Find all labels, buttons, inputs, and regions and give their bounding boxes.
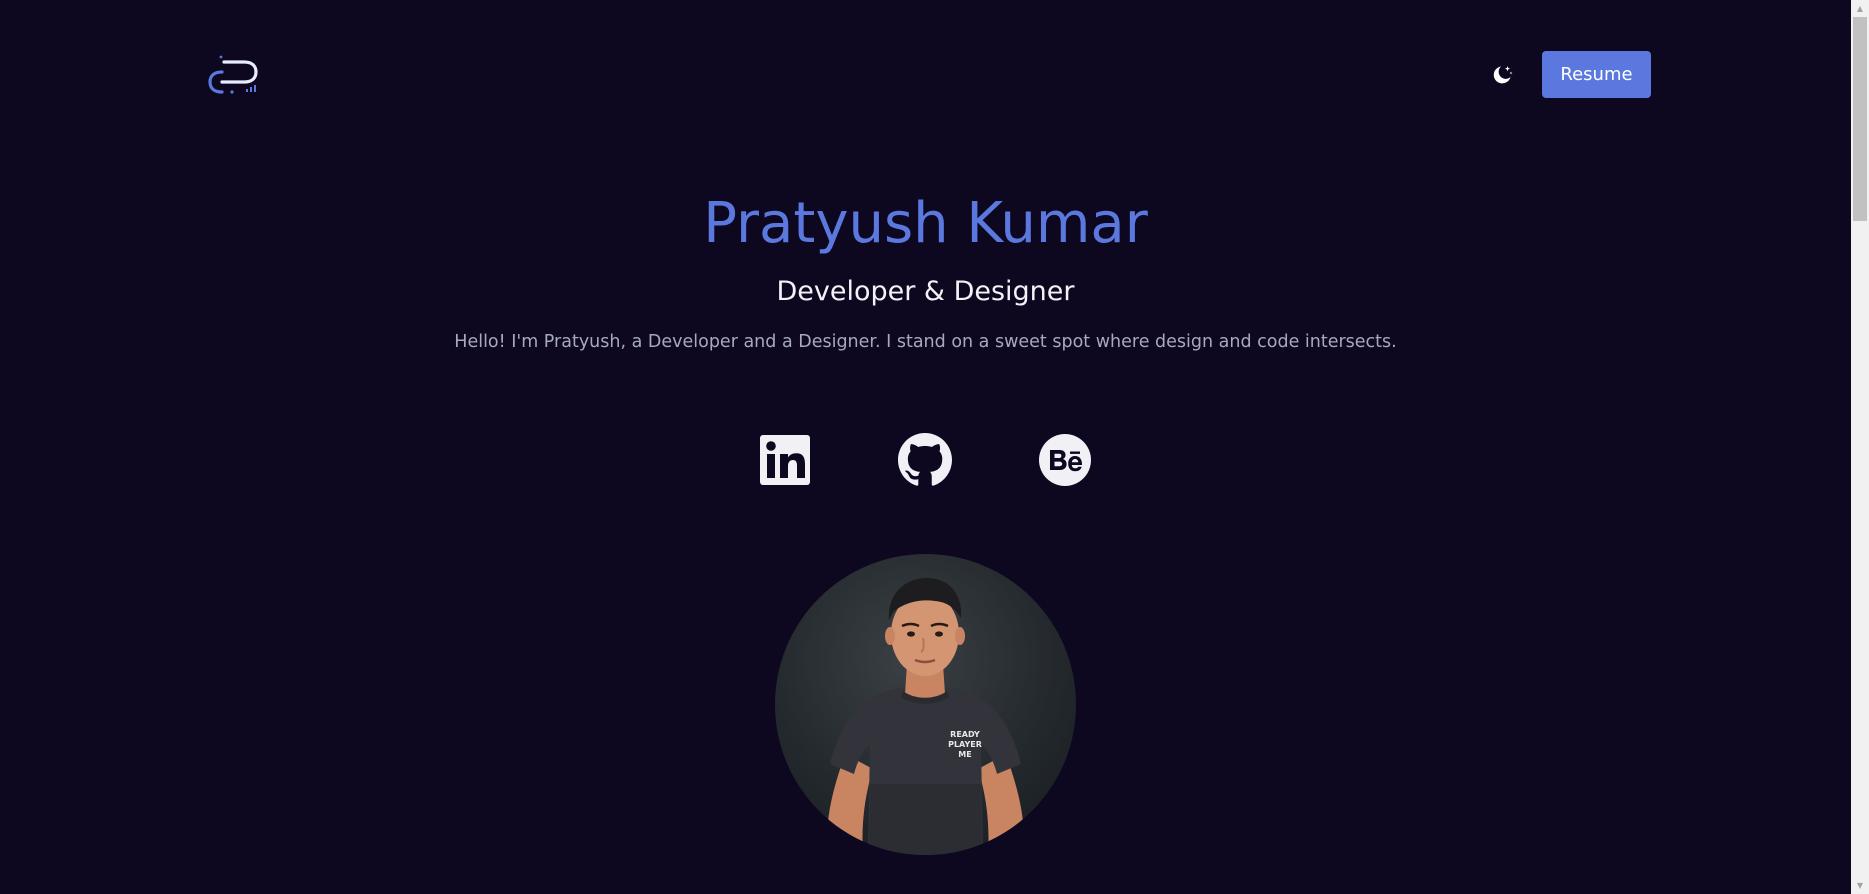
scroll-up-arrow[interactable]: ▲: [1851, 0, 1869, 17]
behance-icon: [1039, 434, 1091, 486]
shirt-text-line-1: READY: [950, 730, 980, 739]
site-logo[interactable]: [208, 50, 262, 96]
moon-stars-icon: [1493, 66, 1513, 84]
avatar: READY PLAYER ME: [775, 554, 1076, 855]
hero-name: Pratyush Kumar: [703, 191, 1148, 256]
linkedin-link[interactable]: [758, 433, 812, 487]
pk-logo-icon: [208, 55, 258, 94]
hero-role: Developer & Designer: [776, 276, 1075, 307]
linkedin-icon: [760, 435, 810, 485]
behance-link[interactable]: [1038, 433, 1092, 487]
github-link[interactable]: [898, 433, 952, 487]
social-links: [0, 433, 1851, 487]
hero-intro: Hello! I'm Pratyush, a Developer and a D…: [454, 332, 1397, 352]
page: Resume Pratyush Kumar Developer & Design…: [0, 0, 1869, 894]
shirt-text-line-3: ME: [958, 750, 971, 759]
theme-toggle-button[interactable]: [1485, 58, 1519, 92]
scroll-down-arrow[interactable]: ▼: [1851, 877, 1869, 894]
github-icon: [898, 433, 952, 486]
shirt-text-line-2: PLAYER: [948, 740, 982, 749]
avatar-illustration: READY PLAYER ME: [826, 578, 1025, 855]
scroll-thumb[interactable]: [1853, 17, 1867, 221]
vertical-scrollbar[interactable]: ▲ ▼: [1851, 0, 1869, 894]
resume-button[interactable]: Resume: [1542, 51, 1651, 98]
